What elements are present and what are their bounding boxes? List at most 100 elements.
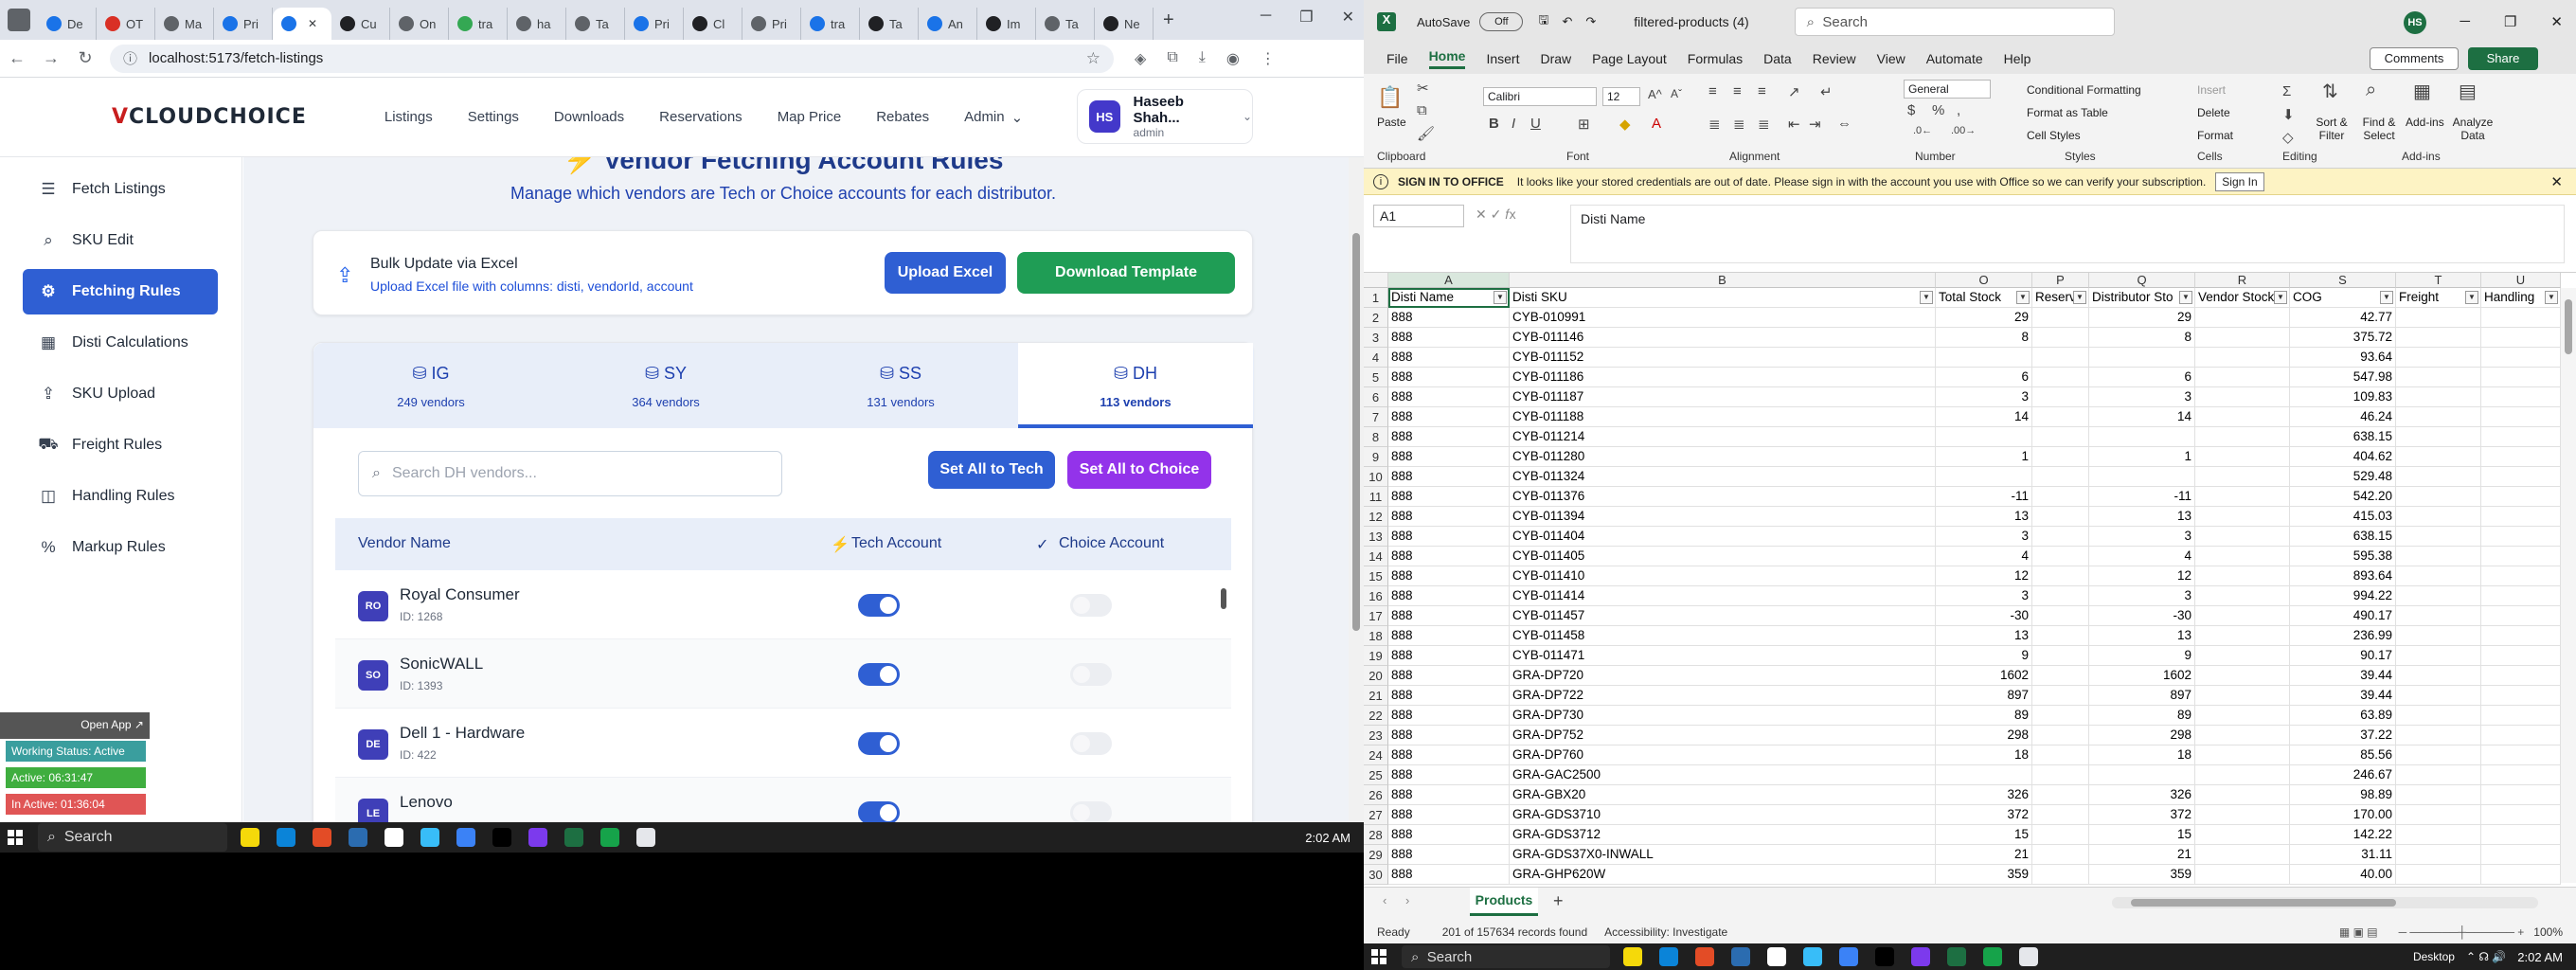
table-cell[interactable] [2481, 865, 2561, 885]
column-header-o[interactable]: O [1936, 273, 2032, 288]
table-cell[interactable]: 298 [2089, 726, 2195, 745]
header-cell-total-stock[interactable]: Total Stock ▼ [1936, 288, 2032, 308]
row-header[interactable]: 24 [1364, 745, 1388, 765]
column-header-q[interactable]: Q [2089, 273, 2195, 288]
table-cell[interactable]: 888 [1388, 387, 1510, 407]
table-cell[interactable] [2032, 308, 2089, 328]
column-header-s[interactable]: S [2290, 273, 2396, 288]
merge-center-icon[interactable]: ⇔ [1837, 116, 1852, 132]
table-cell[interactable] [2481, 686, 2561, 706]
ribbon-tab-insert[interactable]: Insert [1486, 51, 1519, 66]
forward-icon[interactable]: → [34, 48, 68, 68]
table-cell[interactable] [2195, 765, 2290, 785]
next-sheet-icon[interactable]: › [1405, 893, 1409, 907]
row-header[interactable]: 19 [1364, 646, 1388, 666]
table-cell[interactable] [2032, 566, 2089, 586]
taskbar-app-icon[interactable] [420, 828, 439, 847]
table-cell[interactable]: CYB-011404 [1510, 527, 1936, 547]
table-cell[interactable]: 6 [1936, 368, 2032, 387]
close-icon[interactable]: ✕ [308, 17, 317, 30]
table-cell[interactable]: 8 [2089, 328, 2195, 348]
table-cell[interactable]: 3 [2089, 586, 2195, 606]
add-sheet-icon[interactable]: + [1553, 891, 1564, 911]
tech-account-toggle[interactable] [858, 663, 900, 686]
table-cell[interactable] [2481, 547, 2561, 566]
taskbar-app-icon[interactable] [1623, 947, 1642, 966]
table-cell[interactable]: 89 [1936, 706, 2032, 726]
taskbar-app-icon[interactable] [349, 828, 367, 847]
taskbar-app-icon[interactable] [1803, 947, 1822, 966]
row-header[interactable]: 4 [1364, 348, 1388, 368]
browser-tab[interactable]: Pri [214, 8, 273, 40]
table-cell[interactable] [2481, 706, 2561, 726]
table-cell[interactable] [2396, 825, 2481, 845]
row-header[interactable]: 11 [1364, 487, 1388, 507]
table-cell[interactable]: -11 [1936, 487, 2032, 507]
tab-sy[interactable]: ⛁ SY 364 vendors [548, 343, 783, 428]
header-cell-reserv[interactable]: Reserv ▼ [2032, 288, 2089, 308]
taskbar-app-icon[interactable] [241, 828, 259, 847]
table-cell[interactable]: GRA-GDS3710 [1510, 805, 1936, 825]
ribbon-tab-draw[interactable]: Draw [1540, 51, 1571, 66]
table-cell[interactable] [2481, 566, 2561, 586]
table-cell[interactable]: 13 [2089, 507, 2195, 527]
upload-excel-button[interactable]: Upload Excel [885, 252, 1006, 294]
puzzle-icon[interactable]: ⧉ [1167, 49, 1177, 68]
table-cell[interactable]: 1602 [2089, 666, 2195, 686]
table-cell[interactable] [2396, 447, 2481, 467]
table-cell[interactable]: 3 [2089, 387, 2195, 407]
table-cell[interactable]: 888 [1388, 825, 1510, 845]
close-icon[interactable]: ✕ [2550, 13, 2563, 30]
sidebar-item-sku-upload[interactable]: ⇪ SKU Upload [23, 371, 218, 417]
table-cell[interactable]: -11 [2089, 487, 2195, 507]
row-header[interactable]: 16 [1364, 586, 1388, 606]
row-header[interactable]: 12 [1364, 507, 1388, 527]
file-name[interactable]: filtered-products (4) [1634, 14, 1748, 29]
browser-tab[interactable]: Pri [742, 8, 801, 40]
table-cell[interactable]: 888 [1388, 686, 1510, 706]
table-cell[interactable]: 98.89 [2290, 785, 2396, 805]
orientation-icon[interactable]: ↗ [1788, 83, 1800, 100]
maximize-icon[interactable]: ❐ [2504, 13, 2516, 30]
row-header[interactable]: 15 [1364, 566, 1388, 586]
table-cell[interactable] [2396, 726, 2481, 745]
open-app-button[interactable]: Open App ↗ [0, 712, 150, 739]
table-cell[interactable] [2032, 646, 2089, 666]
table-cell[interactable]: 595.38 [2290, 547, 2396, 566]
table-cell[interactable]: 1602 [1936, 666, 2032, 686]
sign-in-button[interactable]: Sign In [2215, 171, 2264, 191]
sheet-horizontal-scrollbar[interactable] [2112, 897, 2538, 908]
table-cell[interactable] [2195, 467, 2290, 487]
cell-styles-button[interactable]: Cell Styles [2027, 129, 2081, 142]
new-tab-button[interactable]: + [1163, 9, 1174, 31]
tech-account-toggle[interactable] [858, 732, 900, 755]
table-cell[interactable]: 490.17 [2290, 606, 2396, 626]
table-cell[interactable]: 29 [2089, 308, 2195, 328]
fx-icon[interactable]: ✕ ✓ 𝑓x [1476, 207, 1516, 223]
row-header[interactable]: 6 [1364, 387, 1388, 407]
table-cell[interactable]: 4 [2089, 547, 2195, 566]
system-tray-icon[interactable]: ⌃ ☊ 🔊 [2466, 950, 2506, 963]
table-cell[interactable]: GRA-DP722 [1510, 686, 1936, 706]
align-left-icon[interactable]: ≣ [1708, 116, 1721, 133]
vendor-search-input[interactable]: ⌕ Search DH vendors... [358, 451, 782, 496]
table-cell[interactable] [2032, 547, 2089, 566]
add-ins-button[interactable]: Add-ins [2406, 116, 2444, 129]
sort-filter-button[interactable]: Sort & Filter [2311, 116, 2352, 142]
tech-account-toggle[interactable] [858, 801, 900, 822]
table-cell[interactable] [2396, 765, 2481, 785]
autosave-toggle[interactable]: Off [1479, 12, 1524, 31]
table-cell[interactable] [2481, 487, 2561, 507]
table-cell[interactable]: 888 [1388, 726, 1510, 745]
grow-font-icon[interactable]: A^ [1648, 87, 1662, 101]
profile-icon[interactable]: ◉ [1226, 49, 1240, 68]
format-painter-icon[interactable]: 🖌 [1417, 125, 1435, 142]
filter-dropdown-icon[interactable]: ▼ [2179, 291, 2192, 304]
taskbar-app-icon[interactable] [277, 828, 295, 847]
table-cell[interactable] [2032, 447, 2089, 467]
table-cell[interactable] [2481, 666, 2561, 686]
close-icon[interactable]: ✕ [1342, 8, 1354, 27]
row-header[interactable]: 30 [1364, 865, 1388, 885]
table-cell[interactable] [2032, 527, 2089, 547]
table-cell[interactable]: CYB-011376 [1510, 487, 1936, 507]
